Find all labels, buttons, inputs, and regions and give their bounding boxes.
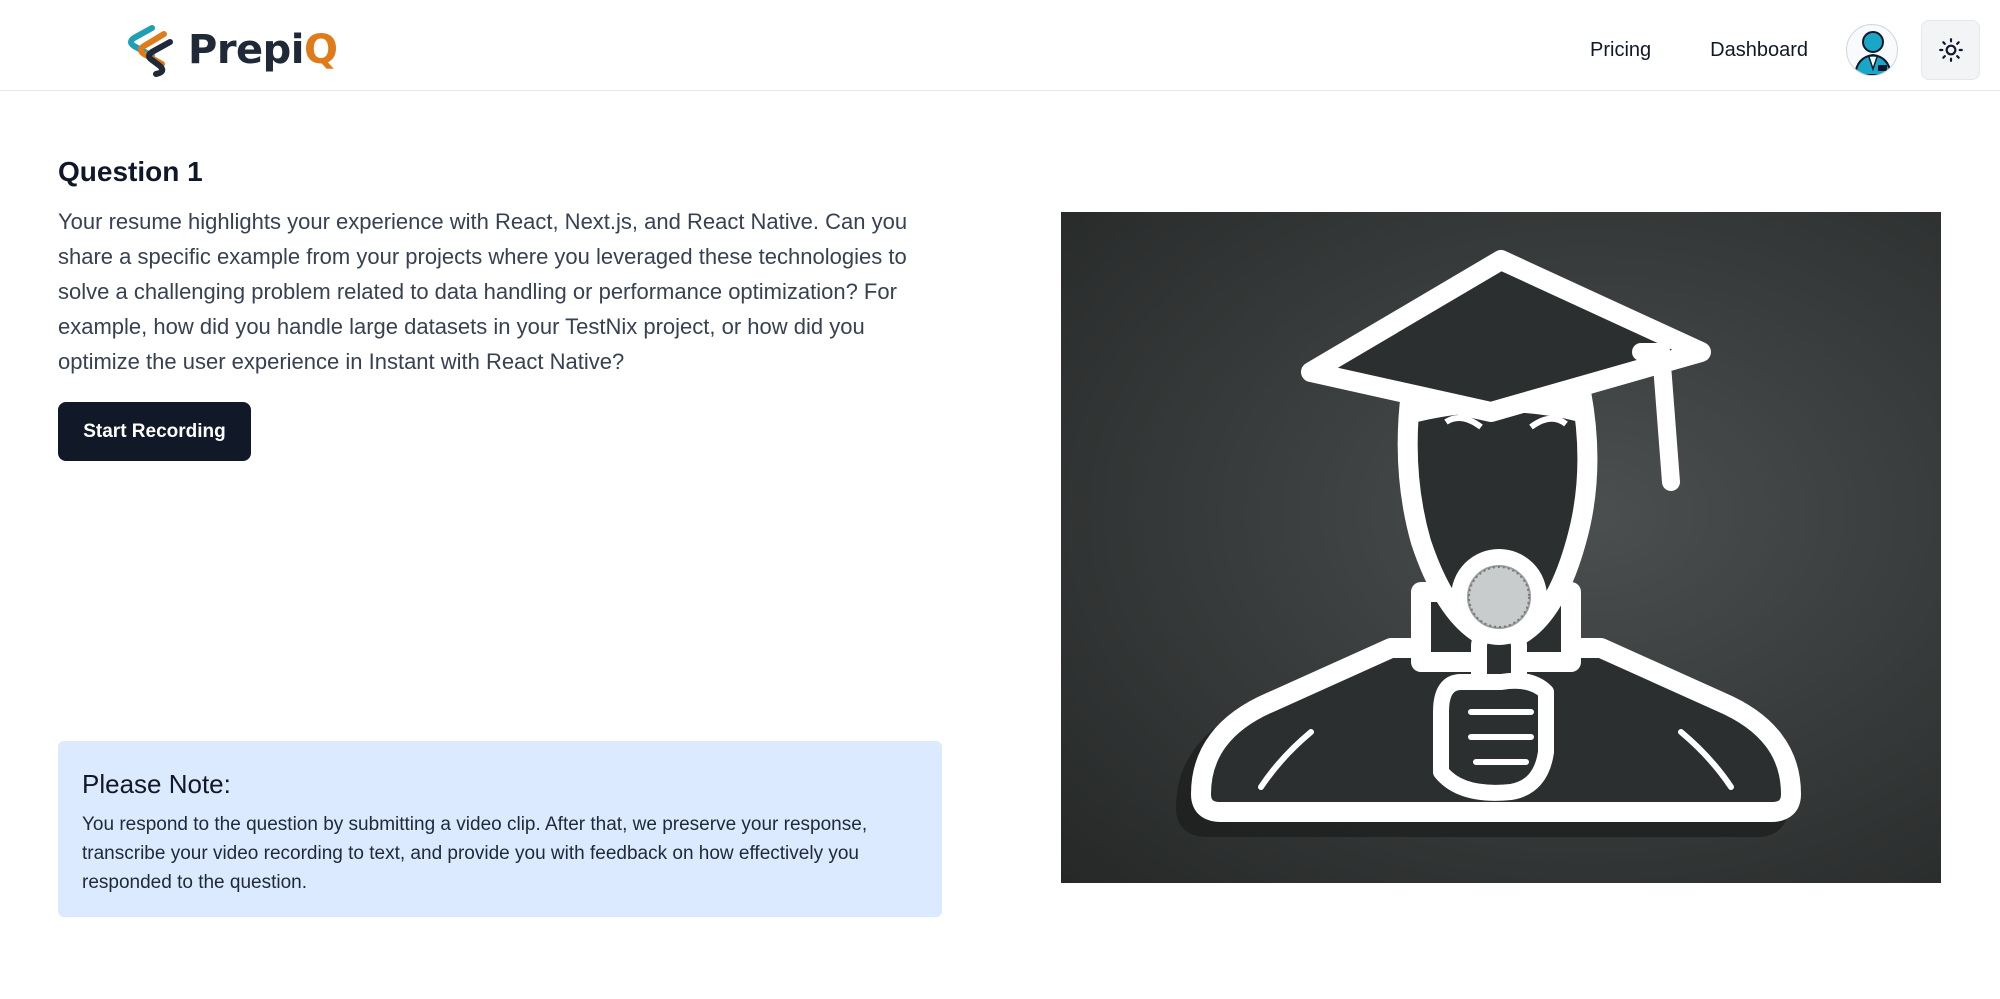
user-avatar-icon[interactable] — [1846, 24, 1898, 76]
start-recording-button[interactable]: Start Recording — [58, 402, 251, 461]
brand-name: PrepiQ — [188, 27, 338, 73]
graduate-with-microphone-icon — [1176, 250, 1801, 837]
nav-link-dashboard[interactable]: Dashboard — [1710, 39, 1808, 62]
sun-icon — [1938, 38, 1963, 62]
nav-links: Pricing Dashboard — [1590, 20, 1980, 80]
prepiq-logo-icon — [128, 25, 173, 77]
brand-home-link[interactable]: PrepiQ — [122, 22, 338, 78]
top-navbar: PrepiQ Pricing Dashboard — [0, 0, 2000, 91]
question-heading: Question 1 — [58, 156, 203, 187]
theme-toggle-button[interactable] — [1921, 20, 1980, 80]
nav-link-pricing[interactable]: Pricing — [1590, 39, 1651, 62]
note-text: You respond to the question by submittin… — [82, 814, 868, 893]
interview-illustration — [1061, 212, 1941, 883]
note-box: Please Note: You respond to the question… — [58, 741, 942, 917]
note-title: Please Note: — [82, 769, 231, 799]
question-text: Your resume highlights your experience w… — [58, 209, 908, 374]
